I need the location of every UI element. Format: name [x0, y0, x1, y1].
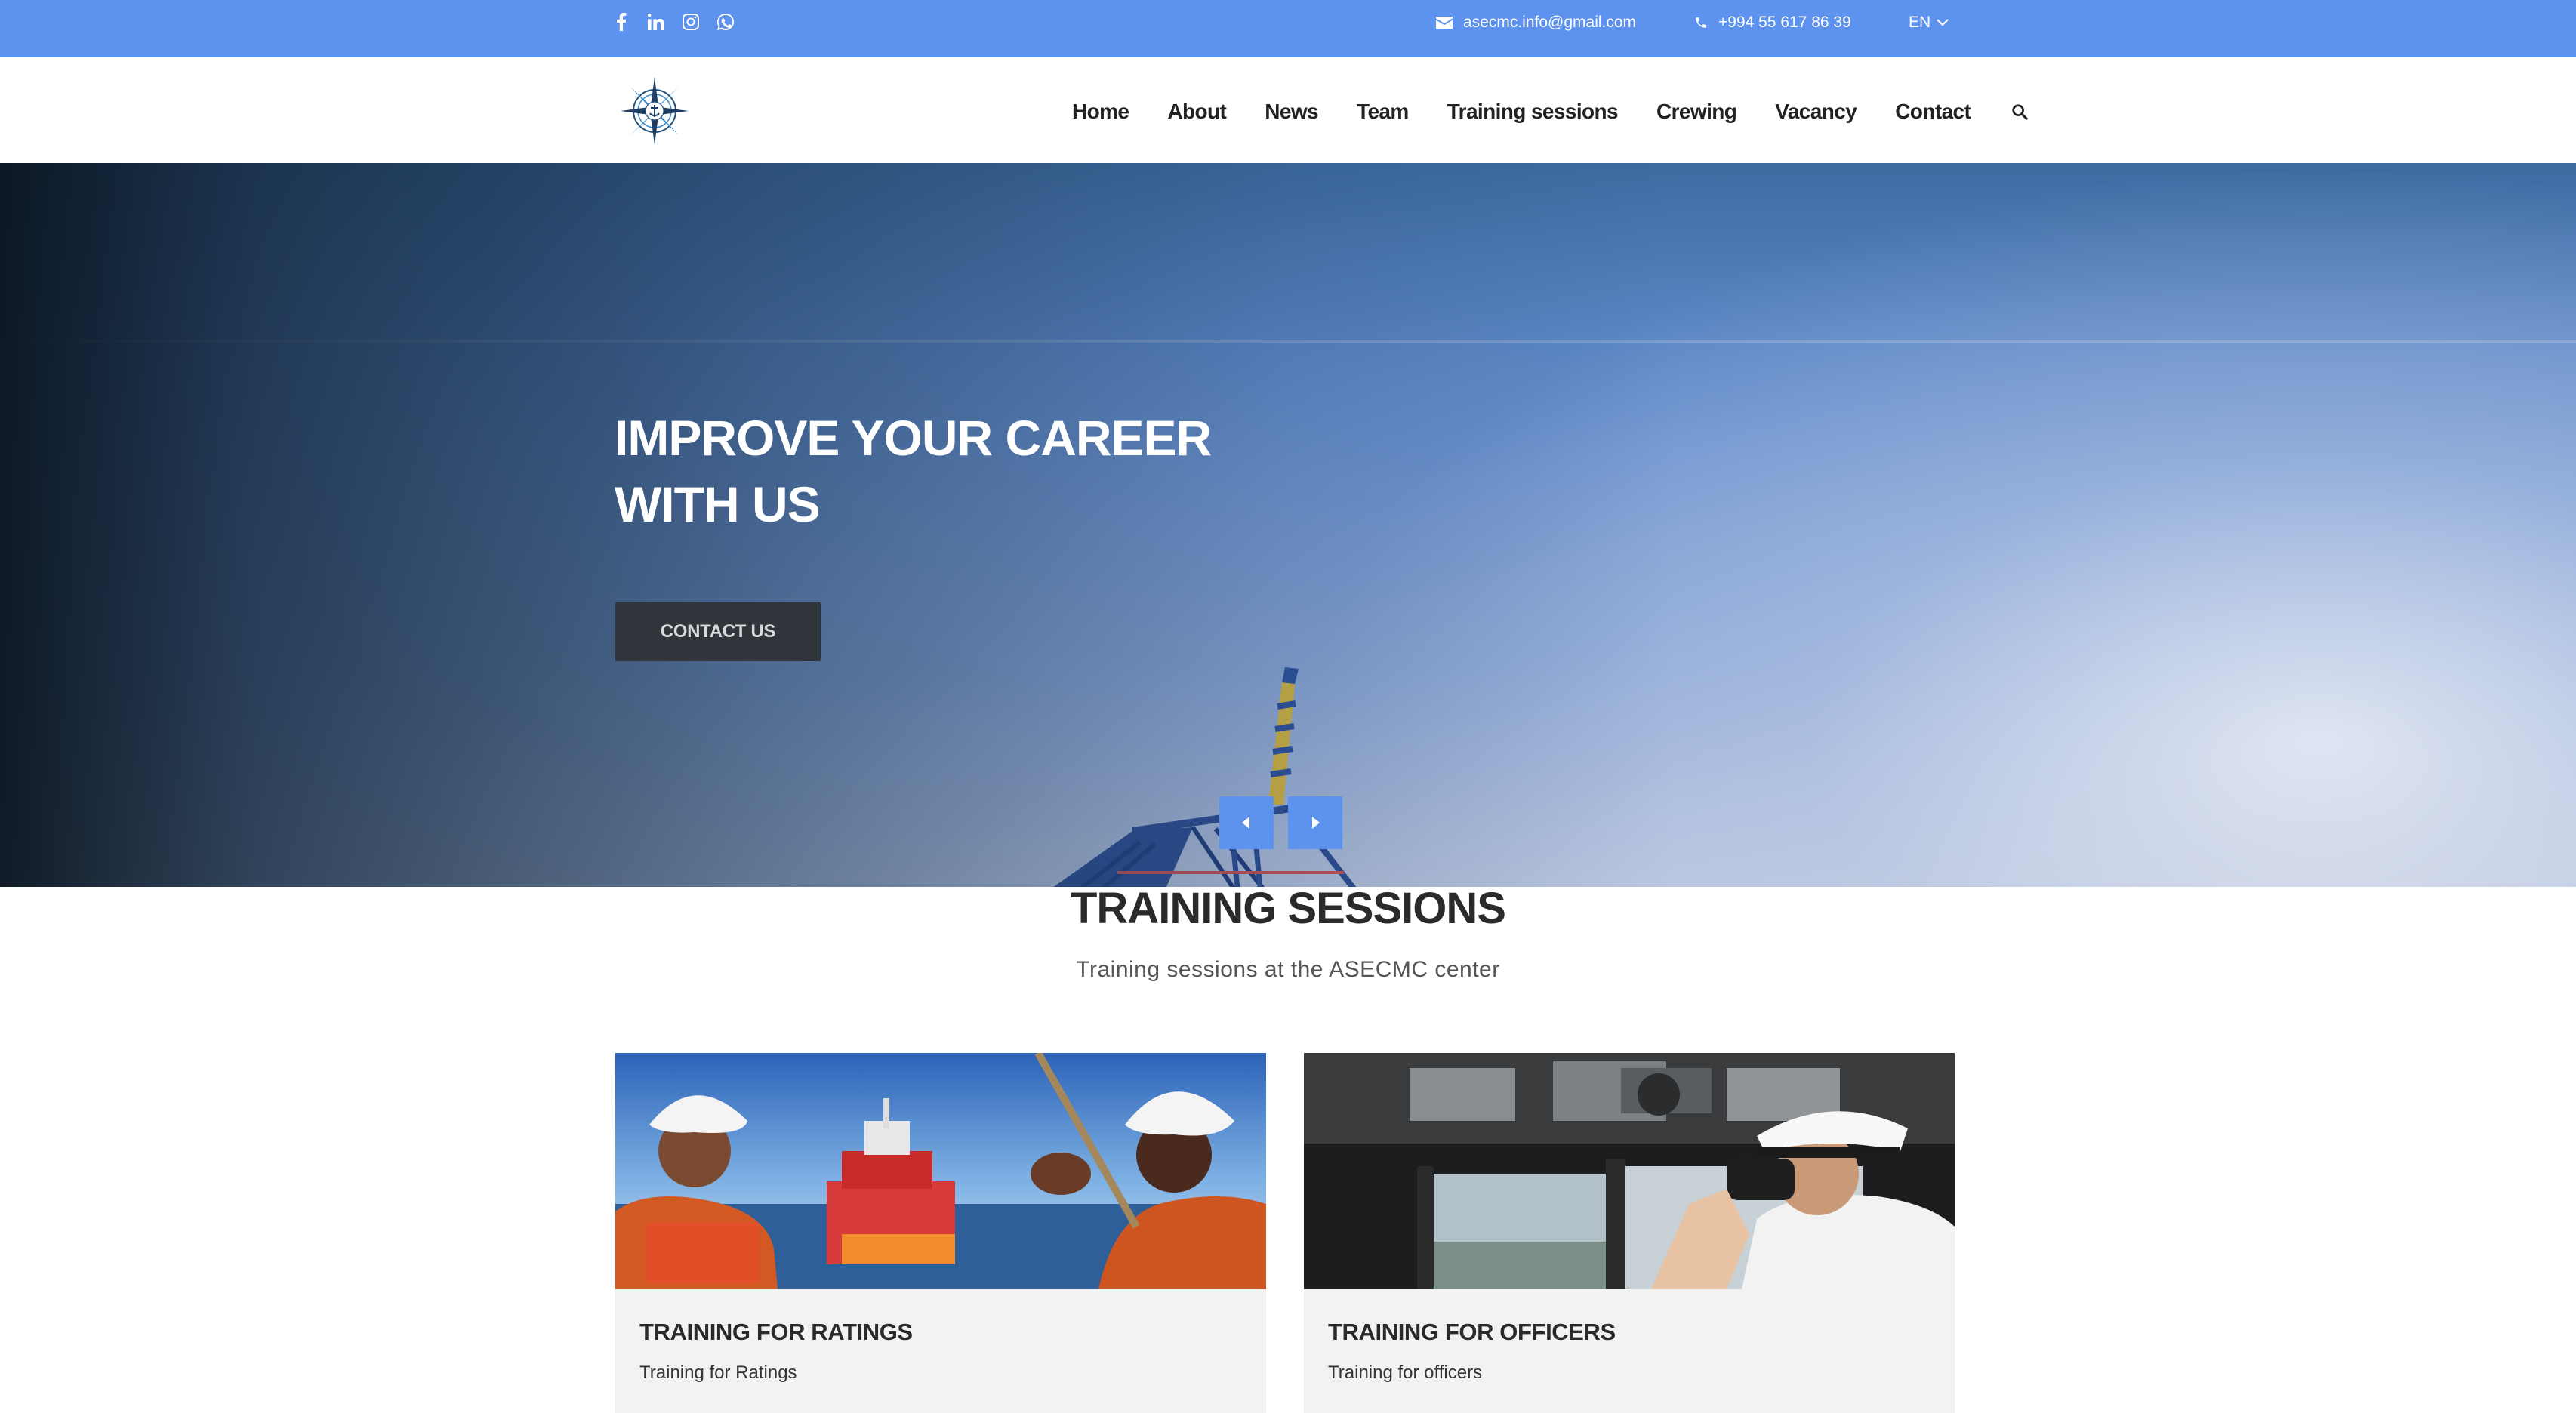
- site-logo[interactable]: [619, 75, 690, 146]
- card-image-ratings: [615, 1053, 1266, 1289]
- card-title: TRAINING FOR RATINGS: [639, 1319, 913, 1345]
- section-subtitle: Training sessions at the ASECMC center: [1076, 957, 1500, 982]
- caret-left-icon: [1242, 817, 1249, 829]
- nav-contact[interactable]: Contact: [1895, 100, 1971, 124]
- nav-vacancy[interactable]: Vacancy: [1775, 100, 1857, 124]
- email-text: asecmc.info@gmail.com: [1463, 14, 1637, 31]
- search-icon[interactable]: [2009, 101, 2030, 122]
- social-links: [612, 11, 735, 33]
- chevron-down-icon: [1930, 19, 1949, 26]
- nav-news[interactable]: News: [1265, 100, 1318, 124]
- card-description: Training for officers: [1328, 1362, 1483, 1383]
- slider-next-button[interactable]: [1288, 796, 1342, 849]
- contact-us-button[interactable]: CONTACT US: [615, 602, 821, 661]
- main-header: Home About News Team Training sessions C…: [0, 57, 2576, 164]
- card-title: TRAINING FOR OFFICERS: [1328, 1319, 1616, 1345]
- top-bar: asecmc.info@gmail.com +994 55 617 86 39 …: [0, 0, 2576, 57]
- hero-slider: IMPROVE YOUR CAREER WITH US CONTACT US: [0, 163, 2576, 887]
- card-image-officers: [1304, 1053, 1955, 1289]
- caret-right-icon: [1312, 817, 1320, 829]
- facebook-icon[interactable]: [612, 12, 631, 32]
- instagram-icon[interactable]: [681, 12, 701, 32]
- nav-crewing[interactable]: Crewing: [1656, 100, 1737, 124]
- nav-home[interactable]: Home: [1072, 100, 1129, 124]
- whatsapp-icon[interactable]: [716, 12, 735, 32]
- main-nav: Home About News Team Training sessions C…: [1072, 94, 2030, 130]
- card-training-ratings[interactable]: TRAINING FOR RATINGS Training for Rating…: [615, 1053, 1266, 1413]
- phone-icon: [1694, 16, 1708, 29]
- section-title: TRAINING SESSIONS: [1071, 884, 1506, 933]
- envelope-icon: [1436, 17, 1453, 29]
- phone-link[interactable]: +994 55 617 86 39: [1694, 11, 1851, 35]
- language-label: EN: [1909, 14, 1931, 31]
- language-selector[interactable]: EN: [1909, 11, 1949, 35]
- linkedin-icon[interactable]: [646, 12, 666, 32]
- email-link[interactable]: asecmc.info@gmail.com: [1436, 11, 1636, 35]
- nav-team[interactable]: Team: [1357, 100, 1409, 124]
- card-description: Training for Ratings: [639, 1362, 797, 1383]
- phone-text: +994 55 617 86 39: [1718, 14, 1851, 31]
- nav-training-sessions[interactable]: Training sessions: [1447, 100, 1619, 124]
- hero-title: IMPROVE YOUR CAREER WITH US: [615, 410, 1212, 532]
- nav-about[interactable]: About: [1167, 100, 1226, 124]
- card-training-officers[interactable]: TRAINING FOR OFFICERS Training for offic…: [1304, 1053, 1955, 1413]
- slider-prev-button[interactable]: [1219, 796, 1274, 849]
